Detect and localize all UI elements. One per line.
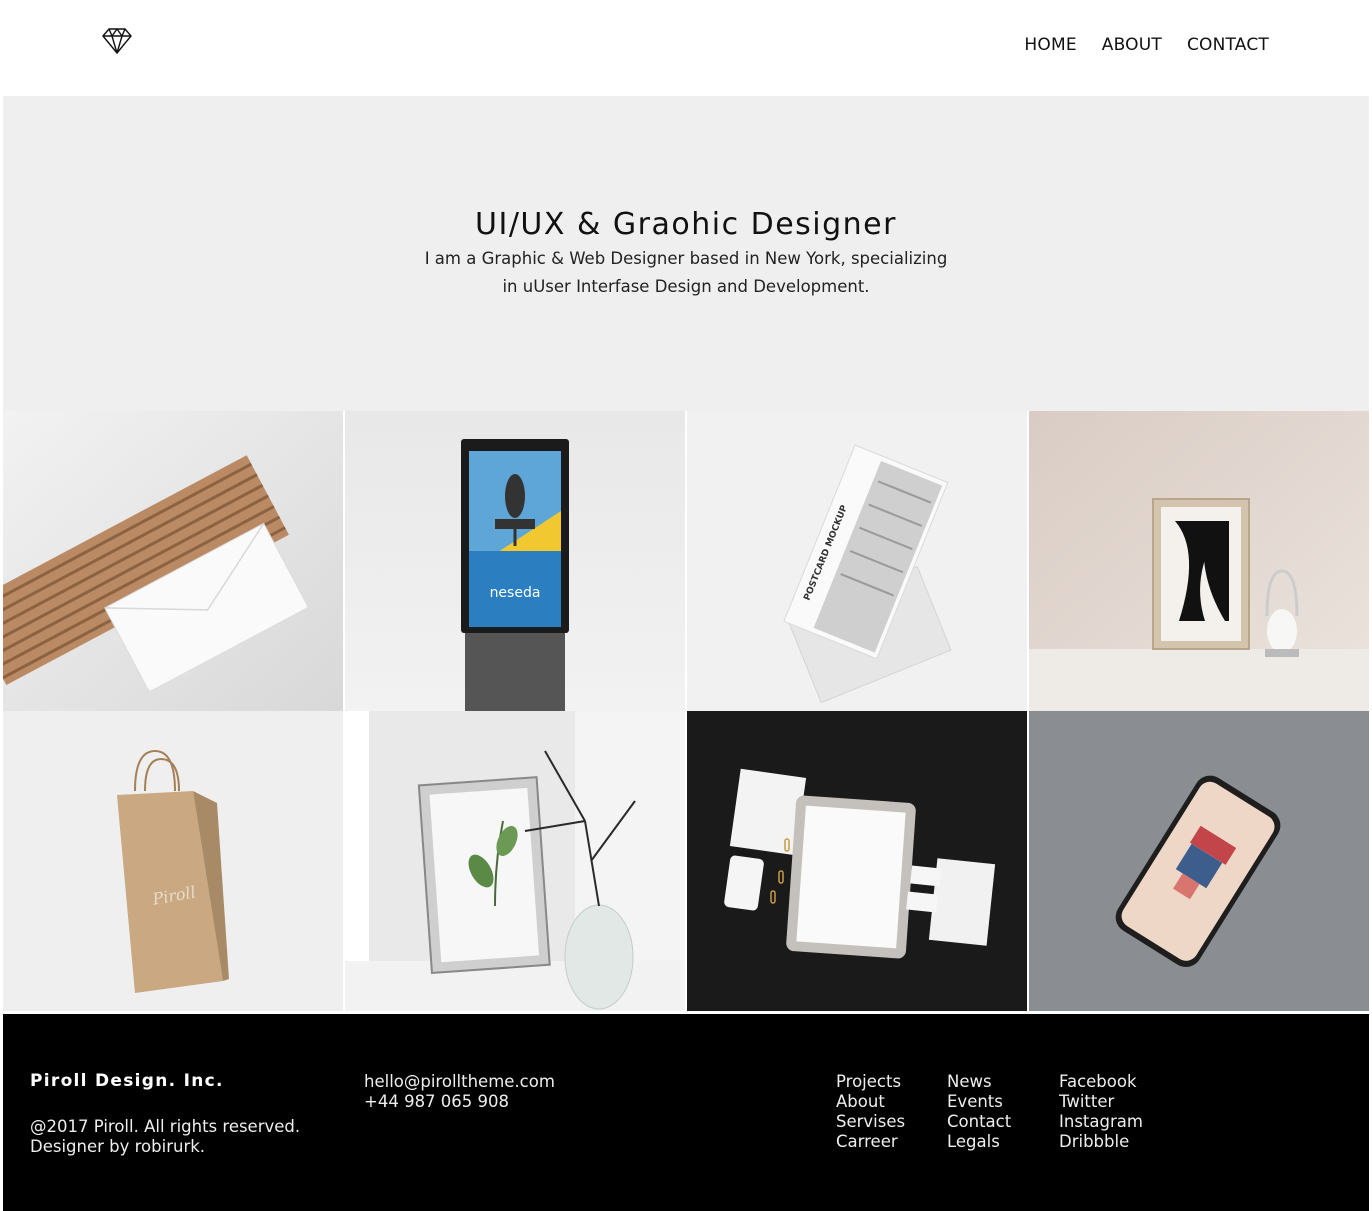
footer-copyright-block: @2017 Piroll. All rights reserved. Desig… [30,1117,300,1157]
hero-subtitle: I am a Graphic & Web Designer based in N… [386,245,986,301]
hero-subtitle-line1: I am a Graphic & Web Designer based in N… [424,249,948,268]
nav-home-link[interactable]: HOME [1024,34,1076,56]
footer-link-instagram[interactable]: Instagram [1059,1112,1143,1132]
nav-contact-link[interactable]: CONTACT [1187,34,1269,56]
footer-link-projects[interactable]: Projects [836,1072,947,1092]
portfolio-gallery: neseda POSTCARD MOCKUP Piroll [3,411,1369,1013]
footer-link-services[interactable]: Servises [836,1112,947,1132]
footer-link-career[interactable]: Carreer [836,1132,947,1152]
footer-link-dribbble[interactable]: Dribbble [1059,1132,1143,1152]
gallery-item-envelope[interactable] [3,411,343,711]
gallery-item-billboard[interactable]: neseda [345,411,685,711]
diamond-icon[interactable] [102,27,132,55]
nav-about-link[interactable]: ABOUT [1102,34,1162,56]
footer-brand: Piroll Design. Inc. [30,1071,224,1091]
footer-copyright: @2017 Piroll. All rights reserved. [30,1117,301,1136]
gallery-item-frame[interactable] [1029,411,1369,711]
hero-subtitle-line2: in uUser Interfase Design and Developmen… [502,277,870,296]
footer-designer: Designer by robirurk. [30,1137,206,1156]
gallery-item-phone[interactable] [1029,711,1369,1011]
gallery-item-stationery[interactable] [687,711,1027,1011]
footer-phone: +44 987 065 908 [364,1092,510,1111]
site-footer: Piroll Design. Inc. @2017 Piroll. All ri… [3,1014,1369,1211]
footer-links-col2: News Events Contact Legals [947,1072,1059,1152]
hero-section: UI/UX & Graohic Designer I am a Graphic … [3,96,1369,411]
footer-link-about[interactable]: About [836,1092,947,1112]
footer-links: Projects About Servises Carreer News Eve… [836,1072,1143,1152]
footer-link-legals[interactable]: Legals [947,1132,1059,1152]
footer-link-facebook[interactable]: Facebook [1059,1072,1143,1092]
gallery-item-plant-frame[interactable] [345,711,685,1011]
hero-title: UI/UX & Graohic Designer [475,207,897,242]
gallery-item-postcard[interactable]: POSTCARD MOCKUP [687,411,1027,711]
billboard-text: neseda [490,585,541,601]
footer-link-twitter[interactable]: Twitter [1059,1092,1143,1112]
gallery-item-bag[interactable]: Piroll [3,711,343,1011]
footer-link-contact[interactable]: Contact [947,1112,1059,1132]
footer-link-news[interactable]: News [947,1072,1059,1092]
footer-links-col1: Projects About Servises Carreer [836,1072,947,1152]
site-header: HOME ABOUT CONTACT [0,0,1372,96]
footer-contact: hello@pirolltheme.com +44 987 065 908 [364,1072,555,1112]
main-nav: HOME ABOUT CONTACT [1024,34,1269,56]
footer-link-events[interactable]: Events [947,1092,1059,1112]
footer-links-col3: Facebook Twitter Instagram Dribbble [1059,1072,1143,1152]
footer-email-link[interactable]: hello@pirolltheme.com [364,1072,555,1092]
